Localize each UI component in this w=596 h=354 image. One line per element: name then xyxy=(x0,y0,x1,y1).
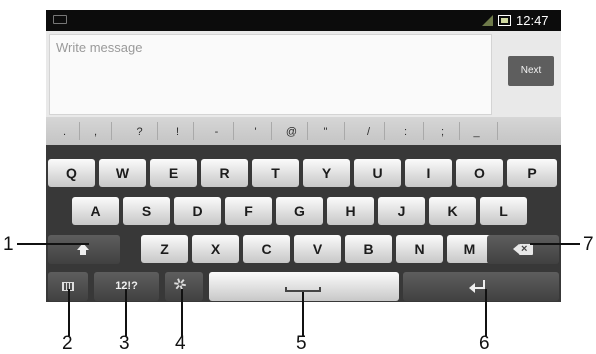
letter-row-1: Q W E R T Y U I O P xyxy=(46,159,561,191)
key-z[interactable]: Z xyxy=(141,235,188,263)
signal-icon xyxy=(482,15,493,26)
key-h[interactable]: H xyxy=(327,197,374,225)
key-t[interactable]: T xyxy=(252,159,299,187)
enter-icon xyxy=(469,280,485,293)
symbol-key-semicolon[interactable]: ; xyxy=(430,117,455,145)
callout-5: 5 xyxy=(296,333,307,354)
status-bar: 12:47 am xyxy=(46,10,561,43)
battery-icon xyxy=(498,15,511,26)
symbol-divider xyxy=(423,122,424,140)
key-r[interactable]: R xyxy=(201,159,248,187)
backspace-key[interactable] xyxy=(487,235,559,264)
symbol-divider xyxy=(79,122,80,140)
callout-line-2 xyxy=(68,289,70,336)
symbol-key-at[interactable]: @ xyxy=(279,117,304,145)
smiley-key[interactable]: ✲ xyxy=(165,272,203,301)
callout-4: 4 xyxy=(175,333,186,354)
callout-line-5 xyxy=(302,292,304,336)
key-q[interactable]: Q xyxy=(48,159,95,187)
symbol-divider xyxy=(193,122,194,140)
symbol-row: . , ? ! - ' @ " / : ; _ xyxy=(46,117,561,145)
key-v[interactable]: V xyxy=(294,235,341,263)
key-n[interactable]: N xyxy=(396,235,443,263)
key-d[interactable]: D xyxy=(174,197,221,225)
key-k[interactable]: K xyxy=(429,197,476,225)
symbol-key-question[interactable]: ? xyxy=(127,117,152,145)
key-j[interactable]: J xyxy=(378,197,425,225)
keyboard: . , ? ! - ' @ " / : ; _ Q W E R T Y U I … xyxy=(46,117,561,302)
callout-7: 7 xyxy=(583,234,594,255)
key-y[interactable]: Y xyxy=(303,159,350,187)
letter-row-2: A S D F G H J K L xyxy=(46,197,561,229)
key-f[interactable]: F xyxy=(225,197,272,225)
key-l[interactable]: L xyxy=(480,197,527,225)
next-button[interactable]: Next xyxy=(508,56,554,86)
symbol-divider xyxy=(233,122,234,140)
callout-6: 6 xyxy=(479,333,490,354)
symbol-divider xyxy=(384,122,385,140)
symbol-key-exclamation[interactable]: ! xyxy=(165,117,190,145)
symbol-key-quote[interactable]: " xyxy=(313,117,338,145)
key-e[interactable]: E xyxy=(150,159,197,187)
key-i[interactable]: I xyxy=(405,159,452,187)
key-w[interactable]: W xyxy=(99,159,146,187)
key-c[interactable]: C xyxy=(243,235,290,263)
callout-2: 2 xyxy=(62,333,73,354)
symbol-key-underscore[interactable]: _ xyxy=(464,117,489,145)
key-g[interactable]: G xyxy=(276,197,323,225)
callout-line-6 xyxy=(485,289,487,336)
message-input[interactable]: Write message xyxy=(49,34,492,115)
symbol-divider xyxy=(459,122,460,140)
space-key[interactable] xyxy=(209,272,399,301)
callout-line-7 xyxy=(530,243,580,245)
callout-line-4 xyxy=(181,289,183,336)
symbol-key-apostrophe[interactable]: ' xyxy=(243,117,268,145)
callout-3: 3 xyxy=(119,333,130,354)
key-u[interactable]: U xyxy=(354,159,401,187)
key-x[interactable]: X xyxy=(192,235,239,263)
callout-1: 1 xyxy=(3,234,14,255)
symbol-divider xyxy=(157,122,158,140)
key-p[interactable]: P xyxy=(507,159,557,187)
symbol-divider xyxy=(344,122,345,140)
phone-screen: 12:47 am Write message Next . , ? ! - ' … xyxy=(46,10,561,302)
key-b[interactable]: B xyxy=(345,235,392,263)
backspace-icon xyxy=(513,242,533,256)
symbol-key-hyphen[interactable]: - xyxy=(204,117,229,145)
key-s[interactable]: S xyxy=(123,197,170,225)
key-a[interactable]: A xyxy=(72,197,119,225)
symbol-divider xyxy=(497,122,498,140)
symbol-key-period[interactable]: . xyxy=(52,117,77,145)
enter-key[interactable] xyxy=(403,272,559,301)
shift-key[interactable] xyxy=(48,235,120,264)
symbol-divider xyxy=(111,122,112,140)
symbol-key-comma[interactable]: , xyxy=(83,117,108,145)
callout-line-1 xyxy=(17,243,89,245)
symbol-divider xyxy=(307,122,308,140)
compose-area: Write message Next xyxy=(46,31,561,117)
keyboard-notification-icon xyxy=(53,15,67,24)
symbol-key-slash[interactable]: / xyxy=(356,117,381,145)
symbol-key-colon[interactable]: : xyxy=(393,117,418,145)
key-o[interactable]: O xyxy=(456,159,503,187)
letter-row-3: Z X C V B N M xyxy=(46,235,561,267)
key-m[interactable]: M xyxy=(447,235,492,263)
callout-line-3 xyxy=(125,289,127,336)
symbol-divider xyxy=(271,122,272,140)
